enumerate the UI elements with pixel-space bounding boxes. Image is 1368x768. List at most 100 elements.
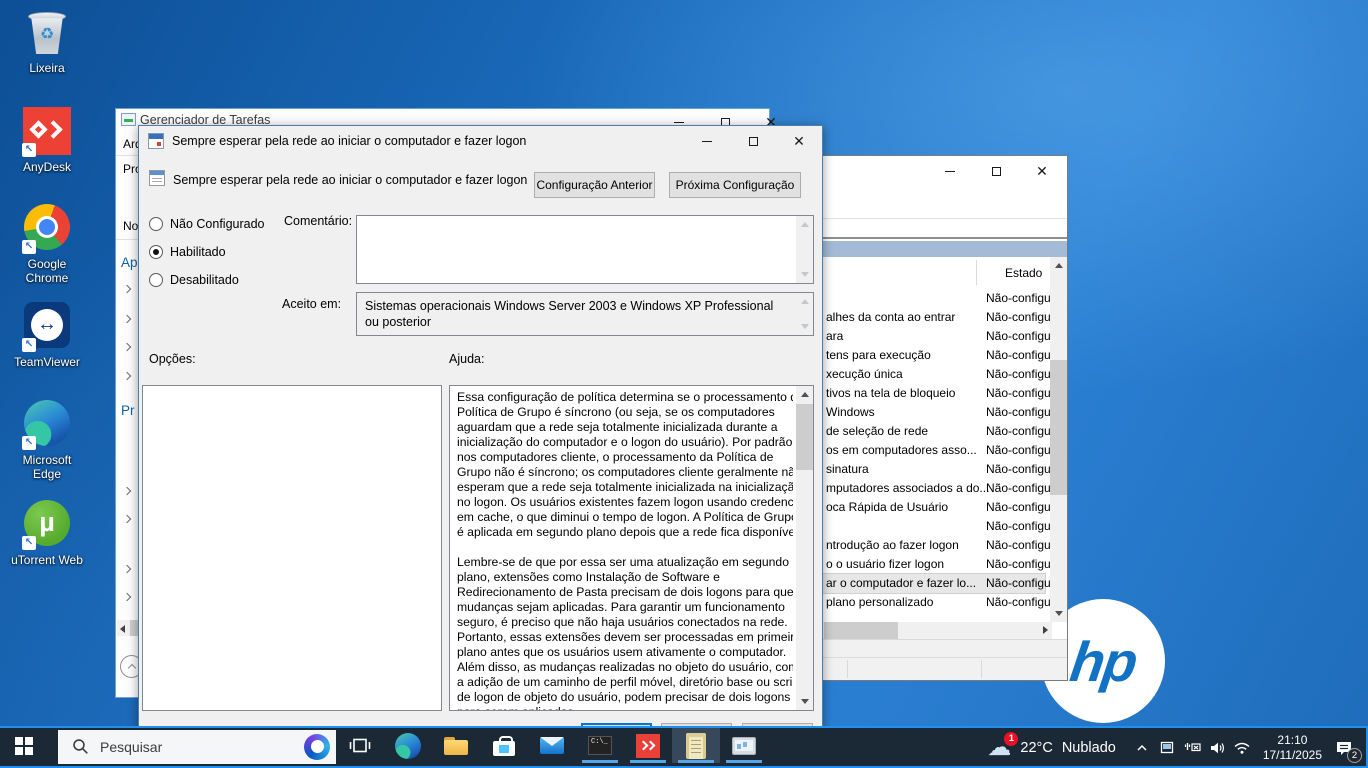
- taskbar-gpedit-button[interactable]: [672, 728, 720, 763]
- taskbar-mail-button[interactable]: [528, 728, 576, 763]
- policy-row[interactable]: tivos na tela de bloqueio Não-configu: [823, 384, 1045, 403]
- radio-option[interactable]: Habilitado: [149, 238, 265, 266]
- policy-row[interactable]: xecução única Não-configu: [823, 365, 1045, 384]
- task-manager-app-icon: [121, 113, 136, 126]
- scrollbar-thumb[interactable]: [796, 404, 813, 470]
- radio-button[interactable]: [149, 245, 163, 259]
- dialog-titlebar[interactable]: Sempre esperar pela rede ao iniciar o co…: [139, 126, 822, 156]
- help-line: seguro, é preciso que não haja usuários …: [457, 615, 793, 630]
- scroll-down-icon[interactable]: [801, 699, 809, 704]
- vertical-scrollbar[interactable]: [796, 386, 813, 710]
- comment-textarea[interactable]: [356, 215, 814, 284]
- policy-setting-dialog: Sempre esperar pela rede ao iniciar o co…: [138, 125, 823, 751]
- expand-chevron-icon[interactable]: [123, 565, 131, 573]
- speaker-icon: [1209, 740, 1226, 756]
- close-button[interactable]: ✕: [776, 128, 822, 154]
- scroll-down-icon: [801, 272, 809, 277]
- policy-row[interactable]: tens para execução Não-configu: [823, 346, 1045, 365]
- policy-row[interactable]: sinatura Não-configu: [823, 460, 1045, 479]
- policy-row[interactable]: ar o computador e fazer lo... Não-config…: [823, 574, 1045, 593]
- radio-button[interactable]: [149, 217, 163, 231]
- help-line: é aplicada em segundo plano depois que a…: [457, 525, 793, 540]
- taskbar-search-input[interactable]: Pesquisar: [58, 730, 336, 764]
- policy-row[interactable]: de seleção de rede Não-configu: [823, 422, 1045, 441]
- horizontal-scrollbar[interactable]: [823, 622, 1052, 639]
- safely-remove-hardware-tray-icon[interactable]: [1180, 735, 1205, 760]
- expand-chevron-icon[interactable]: [123, 315, 131, 323]
- hidden-icons-chevron[interactable]: [1130, 735, 1155, 760]
- desktop-icon-utorrent[interactable]: µ ↖ uTorrent Web: [2, 498, 92, 567]
- maximize-button[interactable]: [973, 158, 1019, 184]
- desktop-icon-anydesk[interactable]: ↖ AnyDesk: [2, 106, 92, 174]
- recycle-symbol-icon: ♻: [22, 24, 72, 44]
- expand-chevron-icon[interactable]: [123, 343, 131, 351]
- scroll-down-icon[interactable]: [1055, 611, 1063, 616]
- scroll-right-icon[interactable]: [1043, 626, 1048, 634]
- next-setting-button[interactable]: Próxima Configuração: [669, 172, 801, 198]
- taskbar-store-button[interactable]: [480, 728, 528, 763]
- previous-setting-button[interactable]: Configuração Anterior: [534, 172, 655, 198]
- supported-on-box: Sistemas operacionais Windows Server 200…: [356, 292, 814, 336]
- taskbar-cmd-button[interactable]: C:\_: [576, 728, 624, 763]
- taskbar-anydesk-button[interactable]: [624, 728, 672, 763]
- copilot-icon[interactable]: [304, 734, 330, 760]
- policy-row[interactable]: Windows Não-configu: [823, 403, 1045, 422]
- gpedit-toolbar: [823, 219, 1067, 239]
- desktop-icon-edge[interactable]: ↖ Microsoft Edge: [2, 398, 92, 481]
- taskbar-task-manager-button[interactable]: [720, 728, 768, 763]
- expand-chevron-icon[interactable]: [123, 285, 131, 293]
- policy-row[interactable]: ara Não-configu: [823, 327, 1045, 346]
- taskbar-edge-button[interactable]: [384, 728, 432, 763]
- policy-row[interactable]: mputadores associados a do... Não-config…: [823, 479, 1045, 498]
- policy-row[interactable]: Não-configu: [823, 289, 1045, 308]
- desktop-icon-teamviewer[interactable]: ↔ ↖ TeamViewer: [2, 300, 92, 369]
- maximize-button[interactable]: [730, 128, 776, 154]
- desktop-icon-recycle-bin[interactable]: ♻ Lixeira: [2, 8, 92, 75]
- volume-tray-icon[interactable]: [1205, 735, 1230, 760]
- help-line: Essa configuração de política determina …: [457, 390, 793, 405]
- taskbar-file-explorer-button[interactable]: [432, 728, 480, 763]
- vertical-scrollbar[interactable]: [1050, 257, 1067, 622]
- expand-chevron-icon[interactable]: [123, 487, 131, 495]
- expand-chevron-icon[interactable]: [123, 372, 131, 380]
- start-button[interactable]: [0, 728, 48, 763]
- action-center-button[interactable]: 2: [1330, 735, 1360, 761]
- minimize-button[interactable]: [684, 128, 730, 154]
- expand-chevron-icon[interactable]: [123, 593, 131, 601]
- scrollbar-thumb[interactable]: [824, 622, 898, 639]
- policy-row[interactable]: oca Rápida de Usuário Não-configu: [823, 498, 1045, 517]
- help-line: esperam que a rede seja totalmente inici…: [457, 480, 793, 495]
- radio-button[interactable]: [149, 273, 163, 287]
- policy-state: Não-configu: [986, 574, 1051, 593]
- search-icon: [72, 738, 90, 756]
- help-paragraph-1: Essa configuração de política determina …: [457, 390, 793, 540]
- policy-row[interactable]: alhes da conta ao entrar Não-configu: [823, 308, 1045, 327]
- policy-row[interactable]: os em computadores asso... Não-configu: [823, 441, 1045, 460]
- taskbar-clock[interactable]: 21:10 17/11/2025: [1263, 733, 1322, 763]
- radio-option[interactable]: Desabilitado: [149, 266, 265, 294]
- edge-icon: ↖: [22, 400, 72, 450]
- scroll-left-icon[interactable]: [120, 625, 125, 633]
- search-placeholder: Pesquisar: [100, 739, 162, 755]
- policy-row[interactable]: o o usuário fizer logon Não-configu: [823, 555, 1045, 574]
- weather-widget[interactable]: ☁ 1 22°C Nublado: [987, 736, 1115, 760]
- scroll-up-icon[interactable]: [801, 392, 809, 397]
- desktop-icon-chrome[interactable]: ↖ Google Chrome: [2, 202, 92, 285]
- scroll-up-icon[interactable]: [1055, 263, 1063, 268]
- task-view-button[interactable]: [336, 728, 384, 763]
- column-header-estado[interactable]: Estado: [1005, 266, 1042, 280]
- help-panel[interactable]: Essa configuração de política determina …: [449, 385, 814, 711]
- vertical-scrollbar[interactable]: [796, 216, 813, 283]
- horizontal-scrollbar[interactable]: [117, 620, 140, 636]
- expand-chevron-icon[interactable]: [123, 515, 131, 523]
- policy-row[interactable]: ntrodução ao fazer logon Não-configu: [823, 536, 1045, 555]
- policy-row[interactable]: Não-configu: [823, 517, 1045, 536]
- display-tray-icon[interactable]: [1155, 735, 1180, 760]
- close-button[interactable]: ✕: [1019, 158, 1065, 184]
- radio-option[interactable]: Não Configurado: [149, 210, 265, 238]
- policy-row[interactable]: plano personalizado Não-configu: [823, 593, 1045, 612]
- minimize-button[interactable]: [927, 158, 973, 184]
- scrollbar-thumb[interactable]: [1050, 360, 1067, 495]
- help-line: em cache, o que diminui o tempo de logon…: [457, 510, 793, 525]
- network-tray-icon[interactable]: [1230, 735, 1255, 760]
